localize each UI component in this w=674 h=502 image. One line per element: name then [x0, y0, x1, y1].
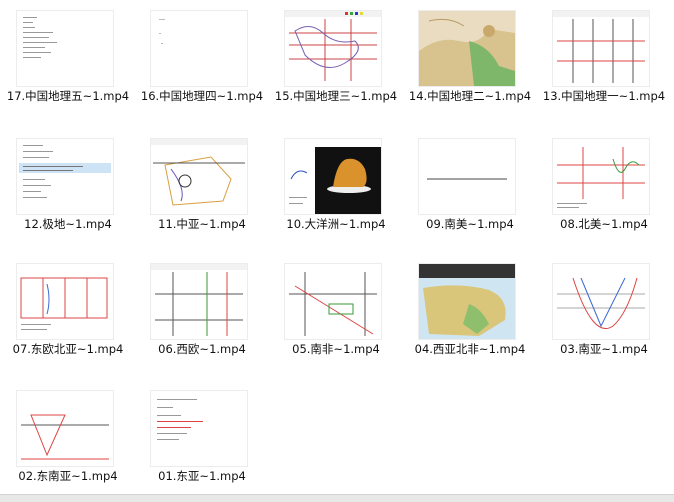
- diagonal-lines-icon: [284, 263, 382, 340]
- text-doc-icon: [16, 10, 114, 87]
- file-name: 01.东亚~1.mp4: [158, 469, 246, 483]
- blank-doc-icon: [150, 10, 248, 87]
- text-red-icon: [150, 390, 248, 467]
- africa-map-icon: [418, 263, 516, 340]
- file-item[interactable]: 10.大洋洲~1.mp4: [268, 128, 404, 248]
- text-highlight-icon: [16, 138, 114, 215]
- file-item[interactable]: 06.西欧~1.mp4: [134, 253, 270, 373]
- file-grid: 17.中国地理五~1.mp4 16.中国地理四~1.mp4 15.中国地理三~1…: [0, 0, 674, 501]
- file-item[interactable]: 12.极地~1.mp4: [0, 128, 136, 248]
- triangle-icon: [16, 390, 114, 467]
- file-item[interactable]: 08.北美~1.mp4: [536, 128, 672, 248]
- file-item[interactable]: 05.南非~1.mp4: [268, 253, 404, 373]
- file-name: 06.西欧~1.mp4: [158, 342, 246, 356]
- file-item[interactable]: 01.东亚~1.mp4: [134, 380, 270, 500]
- file-name: 04.西亚北非~1.mp4: [414, 342, 526, 356]
- grid-lines-icon: [150, 263, 248, 340]
- file-name: 11.中亚~1.mp4: [158, 217, 246, 231]
- file-name: 14.中国地理二~1.mp4: [408, 89, 532, 103]
- file-name: 16.中国地理四~1.mp4: [140, 89, 264, 103]
- v-curve-icon: [552, 263, 650, 340]
- file-item[interactable]: 14.中国地理二~1.mp4: [402, 0, 538, 120]
- file-item[interactable]: 09.南美~1.mp4: [402, 128, 538, 248]
- file-item[interactable]: 07.东欧北亚~1.mp4: [0, 253, 136, 373]
- grid-lines-icon: [552, 10, 650, 87]
- file-item[interactable]: 11.中亚~1.mp4: [134, 128, 270, 248]
- file-name: 03.南亚~1.mp4: [560, 342, 648, 356]
- file-name: 10.大洋洲~1.mp4: [286, 217, 386, 231]
- uluru-photo-icon: [284, 138, 382, 215]
- file-item[interactable]: 04.西亚北非~1.mp4: [402, 253, 538, 373]
- file-item[interactable]: 15.中国地理三~1.mp4: [268, 0, 404, 120]
- file-name: 12.极地~1.mp4: [24, 217, 112, 231]
- red-box-icon: [16, 263, 114, 340]
- red-grid-icon: [552, 138, 650, 215]
- file-item[interactable]: 16.中国地理四~1.mp4: [134, 0, 270, 120]
- file-name: 02.东南亚~1.mp4: [18, 469, 118, 483]
- file-name: 07.东欧北亚~1.mp4: [12, 342, 124, 356]
- single-line-icon: [418, 138, 516, 215]
- file-item[interactable]: 03.南亚~1.mp4: [536, 253, 672, 373]
- file-name: 17.中国地理五~1.mp4: [6, 89, 130, 103]
- file-item[interactable]: 17.中国地理五~1.mp4: [0, 0, 136, 120]
- file-name: 09.南美~1.mp4: [426, 217, 514, 231]
- file-item[interactable]: 02.东南亚~1.mp4: [0, 380, 136, 500]
- china-map-icon: [418, 10, 516, 87]
- file-name: 05.南非~1.mp4: [292, 342, 380, 356]
- sketch-map-icon: [150, 138, 248, 215]
- file-name: 15.中国地理三~1.mp4: [274, 89, 398, 103]
- file-name: 08.北美~1.mp4: [560, 217, 648, 231]
- map-lines-icon: [284, 10, 382, 87]
- file-item[interactable]: 13.中国地理一~1.mp4: [536, 0, 672, 120]
- file-name: 13.中国地理一~1.mp4: [542, 89, 666, 103]
